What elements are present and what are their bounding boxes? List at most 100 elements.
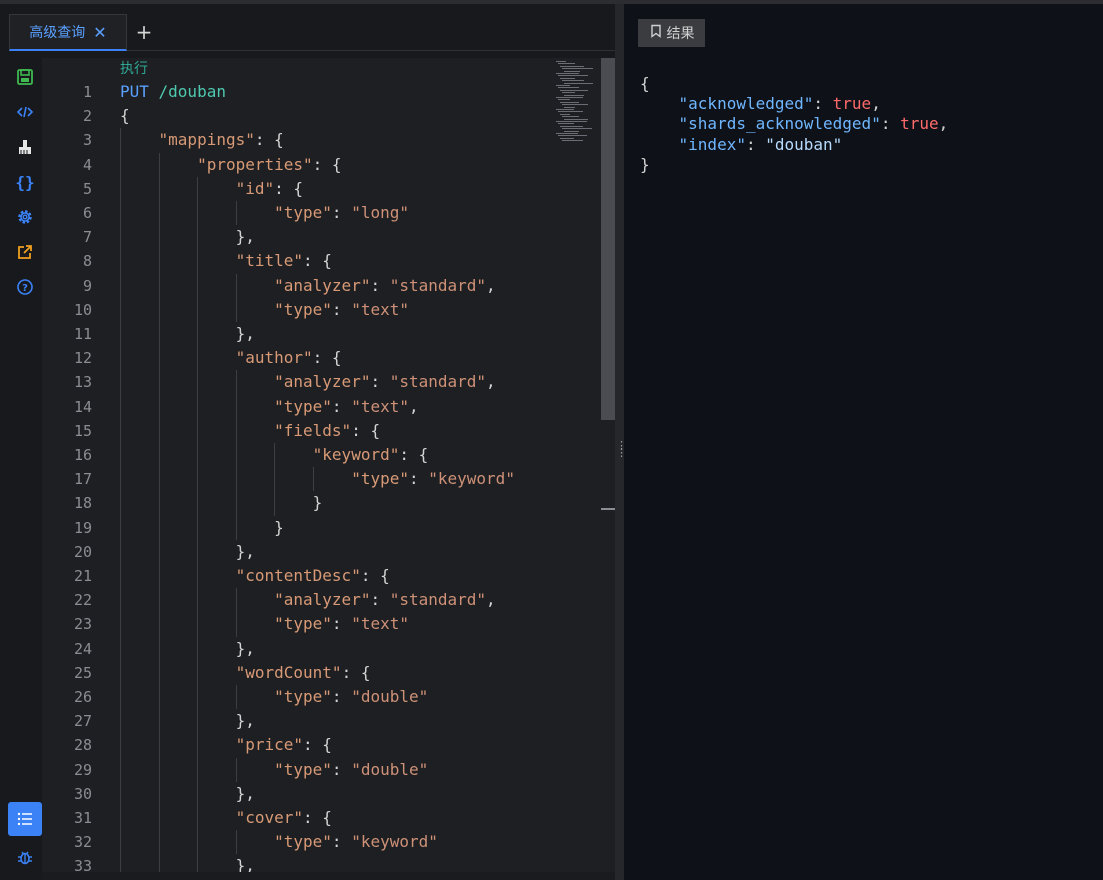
line-number: 30 [73,784,92,803]
minimap-line [556,97,583,98]
help-icon: ? [16,278,34,296]
open-external-button[interactable] [8,237,42,267]
code-line: "contentDesc": { [235,566,390,585]
bug-icon [16,848,34,866]
code-line: "analyzer": "standard", [274,590,496,610]
code-button[interactable] [8,97,42,127]
line-number: 27 [73,712,92,731]
braces-icon: {} [15,172,35,192]
save-icon [16,68,34,86]
tab-advanced-query[interactable]: 高级查询 ✕ [9,14,127,51]
minimap[interactable] [554,58,600,144]
query-editor[interactable]: 执行 1 2 3 4 5 6 7 8 9 10 11 12 13 14 15 16 17 18 19 20 21 22 23… [42,58,615,872]
settings-icon [16,208,34,226]
minimap-line [558,75,588,77]
indent-guide [235,685,237,710]
indent-guide [235,588,237,637]
code-line: "author": { [235,348,342,368]
minimap-line [558,99,570,101]
line-number: 9 [82,276,92,295]
line-number: 12 [73,349,92,368]
line-number: 29 [73,760,92,779]
close-icon[interactable]: ✕ [93,23,106,42]
line-number-gutter: 1 2 3 4 5 6 7 8 9 10 11 12 13 14 15 16 17 18 19 20 21 22 23 24 2… [42,58,100,872]
line-number: 19 [73,518,92,537]
line-number: 33 [73,857,92,872]
indent-guide [235,830,237,855]
minimap-line [560,65,584,67]
code-line: }, [120,638,255,658]
indent-guide [313,467,314,492]
help-button[interactable]: ? [8,272,42,302]
settings-button[interactable] [8,202,42,232]
broom-icon [16,138,34,156]
indent-guide [235,370,237,540]
indent-guide [120,128,121,872]
drag-handle-icon[interactable]: ⋮ ⋮ [616,440,627,458]
code-line: { [120,106,130,126]
scrollbar-cursor-marker [601,508,615,510]
list-button[interactable] [8,802,42,836]
result-line: } [640,154,650,174]
minimap-line [558,87,579,89]
minimap-line [558,123,574,125]
line-number: 1 [82,83,92,101]
minimap-line [558,111,583,113]
minimap-line [562,128,592,130]
editor-vertical-scrollbar[interactable] [600,58,615,872]
minimap-line [560,125,583,127]
minimap-line [560,137,574,139]
line-number: 25 [73,663,92,682]
minimap-line [560,77,575,79]
minimap-line [564,70,580,72]
line-number: 22 [73,591,92,610]
minimap-line [556,85,570,86]
code-line: "id": { [235,178,304,198]
minimap-line [558,63,575,65]
code-line: "analyzer": "standard", [274,372,496,392]
add-tab-button[interactable]: + [133,20,155,44]
editor-horizontal-scrollbar[interactable] [42,872,615,880]
line-number: 14 [73,397,92,416]
code-line: } [120,493,323,513]
minimap-line [556,121,587,122]
result-button-label: 结果 [666,26,695,42]
line-number: 20 [73,542,92,561]
format-button[interactable]: {} [8,167,42,197]
line-number: 2 [82,107,92,126]
indent-guide [235,757,237,782]
code-icon [16,103,34,121]
debug-button[interactable] [8,842,42,872]
scrollbar-thumb[interactable] [601,58,615,420]
line-number: 18 [73,494,92,513]
minimap-line [564,130,579,132]
tab-bar: 高级查询 ✕ + [9,14,615,51]
minimap-line [562,116,579,118]
line-number: 23 [73,615,92,634]
save-button[interactable] [8,62,42,92]
line-number: 8 [82,252,92,271]
minimap-line [556,133,578,134]
clear-button[interactable] [8,132,42,162]
code-line: "type": "double" [274,759,429,779]
code-area[interactable]: PUT /douban { "mappings": { "properties":… [120,58,590,872]
code-line: }, [120,783,255,803]
result-line: { [640,74,650,93]
panel-splitter[interactable]: ⋮ ⋮ [615,4,627,880]
code-line: "analyzer": "standard", [274,275,496,295]
indent-guide [235,201,237,226]
result-line: "shards_acknowledged": true, [678,114,949,134]
minimap-line [556,61,566,62]
line-number: 24 [73,639,92,658]
result-line: "acknowledged": true, [678,94,881,114]
code-line: }, [120,227,255,247]
code-line: "mappings": { [158,130,284,150]
line-number: 17 [73,470,92,489]
tab-label: 高级查询 [29,25,86,41]
svg-text:?: ? [22,283,28,294]
result-button[interactable]: 结果 [638,19,705,47]
line-number: 16 [73,446,92,464]
code-line: "type": "text", [274,396,419,416]
line-number: 15 [73,421,92,440]
indent-guide [158,152,160,872]
